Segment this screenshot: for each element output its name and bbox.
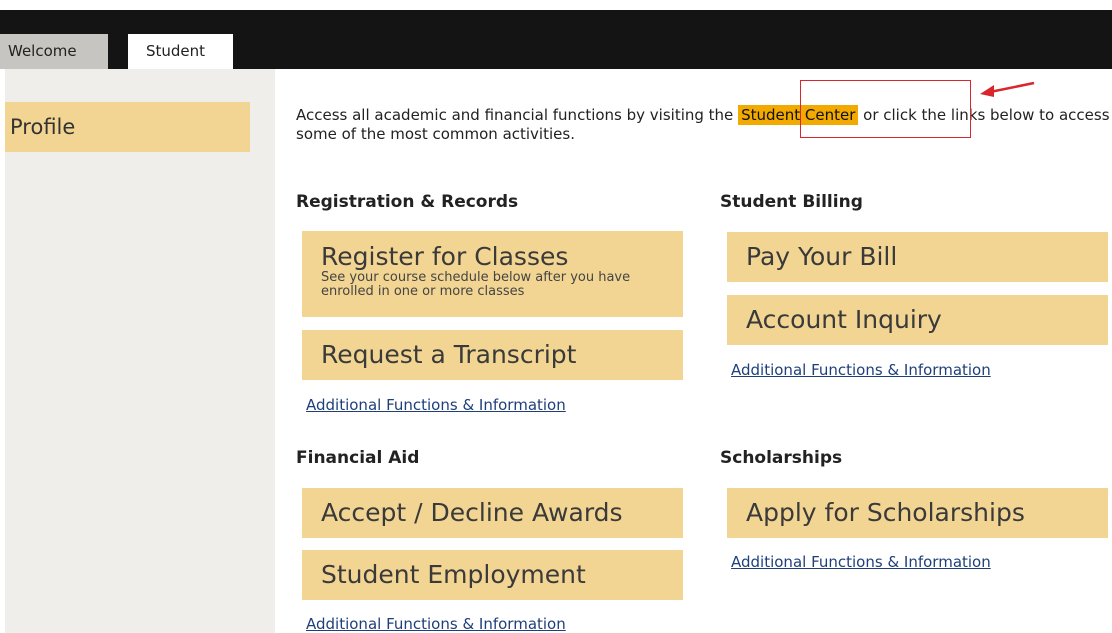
- annotation-arrow-icon: [980, 81, 1035, 97]
- pay-your-bill-title: Pay Your Bill: [746, 242, 898, 271]
- register-for-classes-subtitle: See your course schedule below after you…: [321, 270, 631, 299]
- registration-more-link[interactable]: Additional Functions & Information: [306, 396, 566, 414]
- billing-more-link[interactable]: Additional Functions & Information: [731, 361, 991, 379]
- request-transcript-button[interactable]: Request a Transcript: [302, 330, 683, 380]
- student-employment-title: Student Employment: [321, 560, 586, 589]
- request-transcript-title: Request a Transcript: [321, 340, 577, 369]
- student-employment-button[interactable]: Student Employment: [302, 550, 683, 600]
- register-for-classes-button[interactable]: Register for Classes See your course sch…: [302, 231, 683, 317]
- account-inquiry-title: Account Inquiry: [746, 305, 942, 334]
- intro-text: Access all academic and financial functi…: [296, 105, 1112, 144]
- accept-decline-awards-title: Accept / Decline Awards: [321, 498, 623, 527]
- tab-welcome[interactable]: Welcome: [0, 34, 108, 69]
- sidebar: Profile: [5, 69, 275, 633]
- annotation-box: [800, 80, 971, 138]
- financial-aid-more-link[interactable]: Additional Functions & Information: [306, 615, 566, 633]
- apply-for-scholarships-title: Apply for Scholarships: [746, 498, 1025, 527]
- apply-for-scholarships-button[interactable]: Apply for Scholarships: [727, 488, 1108, 538]
- accept-decline-awards-button[interactable]: Accept / Decline Awards: [302, 488, 683, 538]
- section-title-billing: Student Billing: [720, 192, 863, 212]
- intro-text-before: Access all academic and financial functi…: [296, 106, 739, 124]
- section-title-registration: Registration & Records: [296, 192, 519, 212]
- pay-your-bill-button[interactable]: Pay Your Bill: [727, 232, 1108, 282]
- section-title-financial-aid: Financial Aid: [296, 448, 420, 468]
- tab-student[interactable]: Student: [128, 34, 233, 69]
- sidebar-item-profile[interactable]: Profile: [5, 102, 250, 152]
- account-inquiry-button[interactable]: Account Inquiry: [727, 295, 1108, 345]
- register-for-classes-title: Register for Classes: [321, 242, 569, 271]
- section-title-scholarships: Scholarships: [720, 448, 843, 468]
- scholarships-more-link[interactable]: Additional Functions & Information: [731, 553, 991, 571]
